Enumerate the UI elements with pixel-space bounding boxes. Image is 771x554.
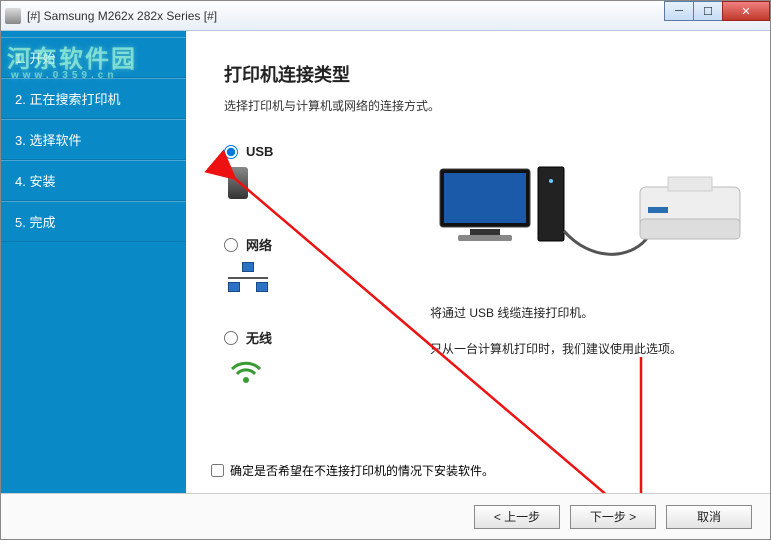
desc-line-1: 将通过 USB 线缆连接打印机。 <box>430 301 750 325</box>
connection-diagram <box>430 151 750 281</box>
close-button[interactable]: ✕ <box>722 1 770 21</box>
install-without-printer-label: 确定是否希望在不连接打印机的情况下安装软件。 <box>230 462 494 479</box>
minimize-button[interactable]: ─ <box>664 1 694 21</box>
option-usb-label: USB <box>246 144 273 159</box>
installer-window: [#] Samsung M262x 282x Series [#] ─ ☐ ✕ … <box>0 0 771 540</box>
sidebar-step-3: 3. 选择软件 <box>1 119 186 160</box>
sidebar: 河东软件园 www.0359.cn 1. 开始 2. 正在搜索打印机 3. 选择… <box>1 31 186 539</box>
cancel-button[interactable]: 取消 <box>666 505 752 529</box>
sidebar-step-4: 4. 安装 <box>1 160 186 201</box>
radio-network[interactable] <box>224 238 238 252</box>
option-wireless-label: 无线 <box>246 328 272 347</box>
option-network-label: 网络 <box>246 235 272 254</box>
footer: < 上一步 下一步 > 取消 <box>1 493 770 539</box>
wifi-icon <box>228 355 264 385</box>
install-without-printer-row[interactable]: 确定是否希望在不连接打印机的情况下安装软件。 <box>211 462 494 479</box>
option-description: 将通过 USB 线缆连接打印机。 只从一台计算机打印时，我们建议使用此选项。 <box>430 301 750 373</box>
desc-line-2: 只从一台计算机打印时，我们建议使用此选项。 <box>430 337 750 361</box>
maximize-button[interactable]: ☐ <box>693 1 723 21</box>
network-icon <box>228 262 268 292</box>
page-subtext: 选择打印机与计算机或网络的连接方式。 <box>224 97 752 114</box>
radio-wireless[interactable] <box>224 331 238 345</box>
next-button[interactable]: 下一步 > <box>570 505 656 529</box>
page-heading: 打印机连接类型 <box>224 61 752 87</box>
window-controls: ─ ☐ ✕ <box>665 1 770 21</box>
back-button[interactable]: < 上一步 <box>474 505 560 529</box>
app-icon <box>5 8 21 24</box>
sidebar-step-5: 5. 完成 <box>1 201 186 242</box>
titlebar: [#] Samsung M262x 282x Series [#] ─ ☐ ✕ <box>1 1 770 31</box>
sidebar-step-1: 1. 开始 <box>1 37 186 78</box>
usb-icon <box>228 167 248 199</box>
body: 河东软件园 www.0359.cn 1. 开始 2. 正在搜索打印机 3. 选择… <box>1 31 770 539</box>
install-without-printer-checkbox[interactable] <box>211 464 224 477</box>
window-title: [#] Samsung M262x 282x Series [#] <box>27 9 217 23</box>
radio-usb[interactable] <box>224 145 238 159</box>
sidebar-step-2: 2. 正在搜索打印机 <box>1 78 186 119</box>
